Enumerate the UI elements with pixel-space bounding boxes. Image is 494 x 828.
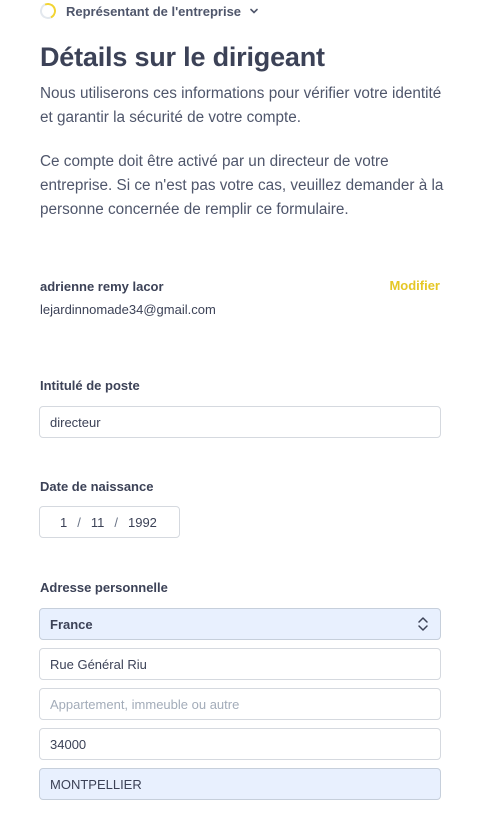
dob-label: Date de naissance xyxy=(40,479,154,494)
postal-code-input[interactable]: 34000 xyxy=(39,728,441,760)
modify-link[interactable]: Modifier xyxy=(389,278,440,293)
dob-input[interactable]: 1 / 11 / 1992 xyxy=(39,506,180,538)
step-label: Représentant de l'entreprise xyxy=(66,3,242,19)
progress-spinner-icon xyxy=(37,0,59,22)
country-select[interactable]: France xyxy=(39,608,441,640)
country-value: France xyxy=(50,616,93,632)
select-arrows-icon xyxy=(418,617,428,631)
dob-separator: / xyxy=(77,514,81,530)
chevron-down-icon xyxy=(250,8,258,14)
job-title-input[interactable]: directeur xyxy=(39,406,441,438)
address-label: Adresse personnelle xyxy=(40,580,168,595)
step-header[interactable]: Représentant de l'entreprise xyxy=(37,0,259,22)
job-title-label: Intitulé de poste xyxy=(40,378,140,393)
page-title: Détails sur le dirigeant xyxy=(40,42,325,72)
city-input[interactable]: MONTPELLIER xyxy=(39,768,441,800)
dob-month[interactable]: 11 xyxy=(91,515,105,530)
notice-text: Ce compte doit être activé par un direct… xyxy=(40,153,444,218)
owner-name: adrienne remy lacor xyxy=(40,279,164,294)
intro-text: Nous utiliserons ces informations pour v… xyxy=(40,85,442,126)
street-input[interactable]: Rue Général Riu xyxy=(39,648,441,680)
dob-year[interactable]: 1992 xyxy=(128,515,157,530)
dob-separator: / xyxy=(114,514,118,530)
address-line2-input[interactable]: Appartement, immeuble ou autre xyxy=(39,688,441,720)
owner-email: lejardinnomade34@gmail.com xyxy=(40,302,216,317)
dob-day[interactable]: 1 xyxy=(60,515,67,530)
